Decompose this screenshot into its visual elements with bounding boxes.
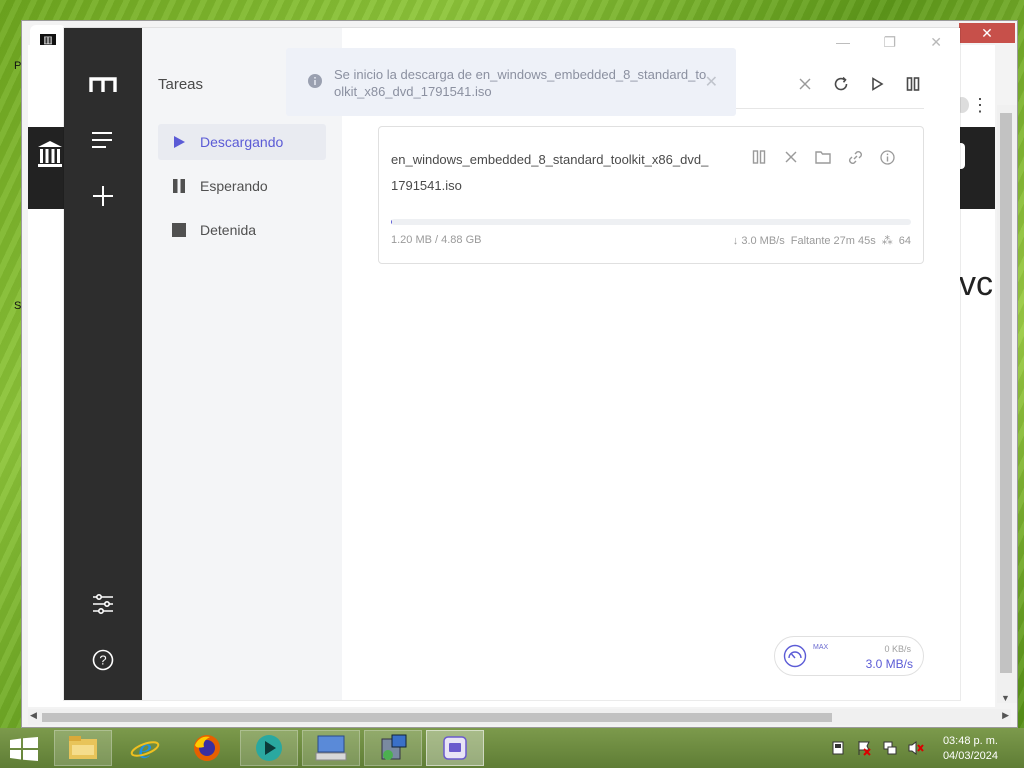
svg-text:e: e [138, 733, 151, 763]
preferences-icon[interactable] [88, 589, 118, 619]
file-explorer-icon[interactable] [54, 730, 112, 766]
stop-icon [170, 221, 188, 239]
info-icon [308, 74, 322, 88]
time-remaining: Faltante 27m 45s [790, 234, 876, 247]
system-clock[interactable]: 03:48 p. m. 04/03/2024 [943, 734, 998, 764]
horizontal-scrollbar[interactable]: ◀ ▶ [28, 709, 1011, 725]
media-app-icon[interactable] [240, 730, 298, 766]
taskbar: e 03:48 p. m. 04/03/2024 [0, 728, 1024, 768]
task-nav: Tareas Descargando Esperando Detenida [142, 28, 342, 700]
pause-icon[interactable] [749, 147, 769, 167]
motrix-logo-icon[interactable] [88, 70, 118, 100]
clock-time: 03:48 p. m. [942, 735, 998, 747]
pause-icon [170, 177, 188, 195]
refresh-icon[interactable] [830, 73, 852, 95]
minimize-button[interactable]: — [836, 34, 850, 50]
usb-device-icon[interactable] [830, 740, 846, 756]
notification-close-button[interactable]: ✕ [705, 72, 718, 92]
browser-menu-icon[interactable]: ⋮ [971, 95, 989, 116]
info-icon[interactable] [877, 147, 897, 167]
link-icon[interactable] [845, 147, 865, 167]
task-progress-bar [391, 219, 911, 225]
task-nav-title: Tareas [158, 76, 204, 93]
pause-all-icon[interactable] [902, 73, 924, 95]
task-file-name: en_windows_embedded_8_standard_toolkit_x… [391, 152, 709, 193]
task-actions [749, 147, 897, 167]
task-progress-fill [391, 219, 393, 225]
menu-icon[interactable] [88, 125, 118, 155]
task-list-panel: — ❐ ✕ en_windows_embedded_8_standard_too… [342, 28, 960, 700]
network-icon[interactable] [882, 740, 898, 756]
scroll-left-arrow-icon[interactable]: ◀ [30, 710, 37, 721]
resume-all-icon[interactable] [866, 73, 888, 95]
delete-icon[interactable] [781, 147, 801, 167]
internet-explorer-icon[interactable]: e [116, 730, 174, 766]
scrollbar-thumb[interactable] [42, 713, 832, 722]
motrix-taskbar-icon[interactable] [426, 730, 484, 766]
speedometer-icon [783, 644, 807, 668]
folder-icon[interactable] [813, 147, 833, 167]
total-download-speed: 3.0 MB/s [865, 657, 913, 671]
nav-item-label: Esperando [200, 178, 268, 194]
nav-item-label: Descargando [200, 134, 284, 150]
nav-item-waiting[interactable]: Esperando [158, 168, 326, 204]
action-center-flag-icon[interactable] [856, 740, 872, 756]
browser-close-button[interactable]: ✕ [959, 23, 1015, 43]
connections-count: 64 [898, 234, 911, 247]
start-button[interactable] [10, 737, 38, 761]
connections-icon: ⁂ [881, 235, 893, 247]
vertical-scrollbar[interactable]: ▼ [997, 105, 1017, 703]
site-header-right [955, 127, 995, 209]
museum-logo-icon[interactable] [36, 139, 64, 169]
speed-limit-label: MAX [813, 644, 829, 651]
notification-toast: Se inicio la descarga de en_windows_embe… [286, 48, 736, 116]
task-size: 1.20 MB / 4.88 GB [391, 234, 482, 246]
clock-date: 04/03/2024 [942, 750, 998, 762]
nav-item-label: Detenida [200, 222, 257, 238]
maximize-button[interactable]: ❐ [883, 34, 896, 51]
help-icon[interactable]: ? [88, 645, 118, 675]
close-button[interactable]: ✕ [930, 34, 942, 51]
play-icon [170, 133, 188, 151]
app-sidebar: ? [64, 28, 142, 700]
download-speed: ↓ 3.0 MB/s [732, 234, 785, 247]
scroll-right-arrow-icon[interactable]: ▶ [1002, 710, 1009, 721]
firefox-icon[interactable] [178, 730, 236, 766]
motrix-window: ? Tareas Descargando Esperando Detenida … [64, 28, 960, 700]
upload-speed: 0 KB/s [884, 644, 911, 654]
keyboard-app-icon[interactable] [302, 730, 360, 766]
task-stats: ↓ 3.0 MB/s Faltante 27m 45s ⁂ 64 [732, 234, 911, 248]
installer-icon[interactable] [364, 730, 422, 766]
svg-text:?: ? [99, 653, 106, 668]
system-tray [830, 740, 924, 756]
notification-message: Se inicio la descarga de en_windows_embe… [334, 67, 707, 99]
speedometer[interactable]: MAX 0 KB/s 3.0 MB/s [774, 636, 924, 676]
task-item[interactable]: en_windows_embedded_8_standard_toolkit_x… [378, 126, 924, 264]
add-icon[interactable] [88, 181, 118, 211]
volume-muted-icon[interactable] [908, 740, 924, 756]
close-icon[interactable] [794, 73, 816, 95]
nav-item-downloading[interactable]: Descargando [158, 124, 326, 160]
scroll-down-arrow-icon[interactable]: ▼ [1001, 693, 1010, 703]
nav-item-stopped[interactable]: Detenida [158, 212, 326, 248]
scrollbar-thumb[interactable] [1000, 113, 1012, 673]
task-toolbar [794, 72, 924, 96]
